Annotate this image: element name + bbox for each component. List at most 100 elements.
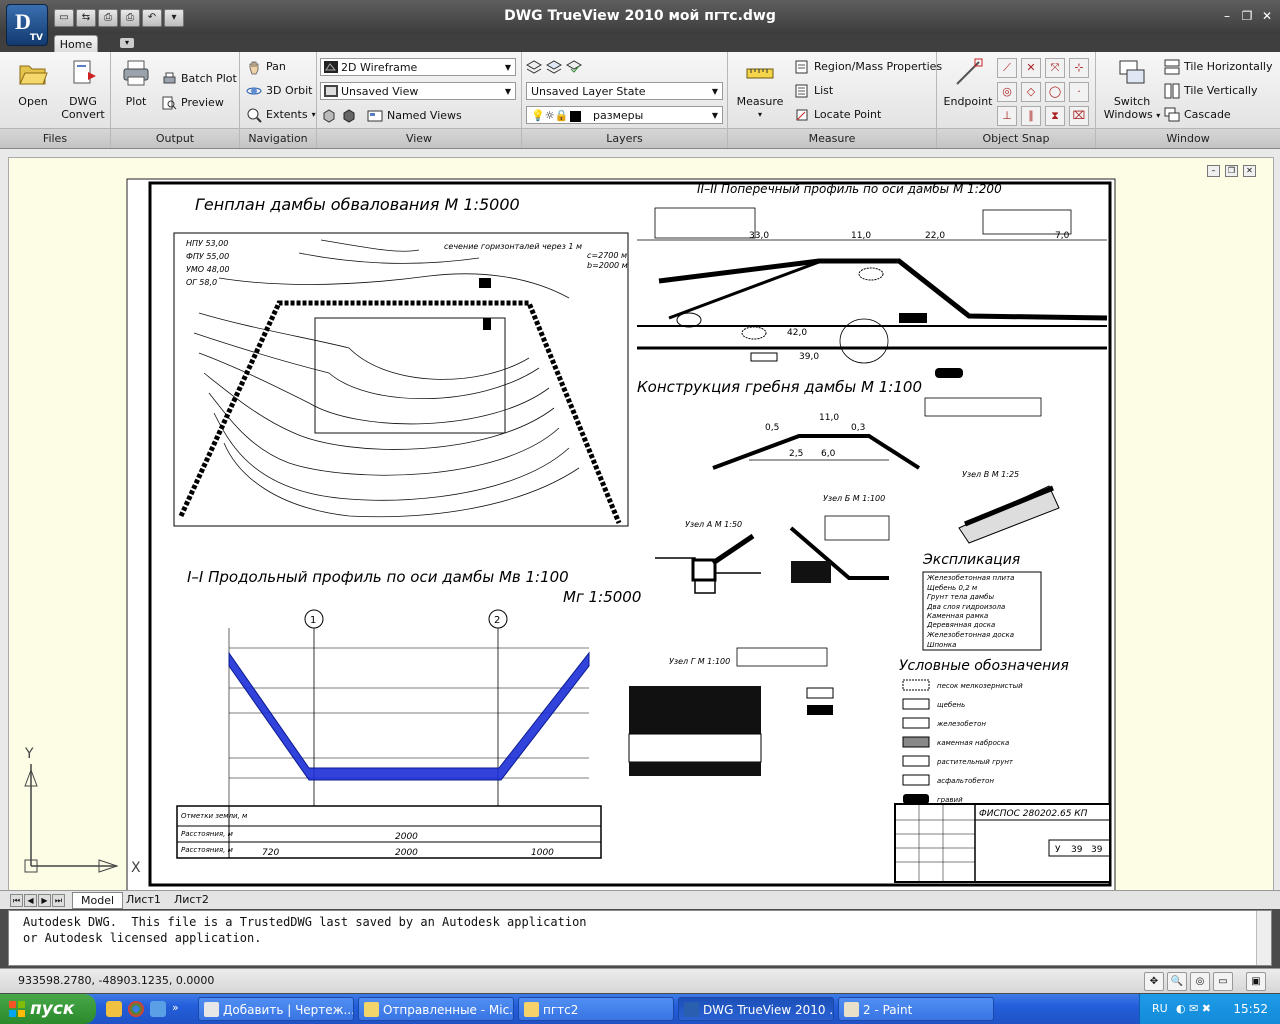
command-scrollbar[interactable] <box>1256 911 1271 965</box>
drawing-viewport[interactable]: Генплан дамбы обвалования М 1:5000 НПУ 5… <box>8 157 1274 899</box>
cube-view-icon[interactable] <box>321 108 337 124</box>
next-layout-icon[interactable]: ▶ <box>38 894 51 907</box>
snap-parallel-icon[interactable]: ∥ <box>1021 106 1041 126</box>
layer-properties-icon[interactable] <box>526 59 542 75</box>
batch-plot-button[interactable]: Batch Plot <box>161 70 237 88</box>
profile-marker-1-label: 1 <box>310 615 316 626</box>
endpoint-button[interactable]: Endpoint <box>943 58 993 108</box>
chrome-icon[interactable] <box>128 1001 144 1017</box>
prev-layout-icon[interactable]: ◀ <box>24 894 37 907</box>
task-paint[interactable]: 2 - Paint <box>838 997 994 1021</box>
dim-39: 39,0 <box>799 352 819 362</box>
snap-quadrant-icon[interactable]: ◇ <box>1021 82 1041 102</box>
pan-status-icon[interactable]: ✥ <box>1144 972 1164 991</box>
cube-shaded-icon[interactable] <box>341 108 357 124</box>
snap-intersection-icon[interactable]: ✕ <box>1021 58 1041 78</box>
clean-screen-icon[interactable]: ▣ <box>1246 972 1266 991</box>
dim-box <box>750 352 778 362</box>
list-button[interactable]: List <box>794 82 833 100</box>
printer-icon <box>123 60 149 86</box>
language-indicator[interactable]: RU <box>1152 1002 1168 1015</box>
ribbon-minimize-icon[interactable]: ▾ <box>120 38 134 48</box>
layer-state-select[interactable]: Unsaved Layer State ▼ <box>526 82 723 100</box>
restore-icon[interactable]: ❐ <box>1240 9 1254 23</box>
snap-extension-icon[interactable]: ⊹ <box>1069 58 1089 78</box>
visual-style-select[interactable]: 2D Wireframe ▼ <box>320 58 516 76</box>
preview-button[interactable]: Preview <box>161 94 224 112</box>
tab-home[interactable]: Home <box>54 35 98 53</box>
switch-label-2: Windows <box>1103 108 1153 121</box>
tab-sheet-2[interactable]: Лист2 <box>166 892 217 907</box>
tab-sheet-1[interactable]: Лист1 <box>118 892 169 907</box>
dwg-convert-label-2: Convert <box>61 108 105 121</box>
task-outlook[interactable]: Отправленные - Mic... <box>358 997 514 1021</box>
app-badge: TV <box>29 33 43 43</box>
snap-perpendicular-icon[interactable]: ⊥ <box>997 106 1017 126</box>
extents-dropdown-icon[interactable]: ▾ <box>312 106 316 124</box>
task-folder[interactable]: пгтс2 <box>518 997 674 1021</box>
extents-button[interactable]: Extents ▾ <box>246 106 316 124</box>
switch-dropdown-icon[interactable]: ▾ <box>1156 111 1160 120</box>
windows-logo-icon <box>9 1001 25 1017</box>
snap-clear-icon[interactable]: ⌧ <box>1069 106 1089 126</box>
open-button[interactable]: Open <box>10 58 56 108</box>
minimize-icon[interactable]: – <box>1220 9 1234 23</box>
drawing-minimize-icon[interactable]: – <box>1207 165 1220 177</box>
layer-state-icon[interactable] <box>546 59 562 75</box>
ie-icon[interactable] <box>150 1001 166 1017</box>
snap-tangent-icon[interactable]: ◯ <box>1045 82 1065 102</box>
messenger-icon[interactable] <box>106 1001 122 1017</box>
dwg-convert-button[interactable]: DWG Convert <box>60 58 106 121</box>
locate-point-button[interactable]: Locate Point <box>794 106 881 124</box>
command-line[interactable]: Autodesk DWG. This file is a TrustedDWG … <box>8 910 1272 966</box>
task-dwg-trueview[interactable]: DWG TrueView 2010 ... <box>678 997 834 1021</box>
quick-launch-more-icon[interactable]: » <box>172 1001 179 1017</box>
tab-model[interactable]: Model <box>72 892 124 909</box>
first-layout-icon[interactable]: ⏮ <box>10 894 23 907</box>
cascade-button[interactable]: Cascade <box>1164 106 1231 124</box>
application-menu-button[interactable]: D TV <box>6 4 48 46</box>
steering-wheel-icon[interactable]: ◎ <box>1190 972 1210 991</box>
switch-windows-button[interactable]: Switch Windows ▾ <box>1102 58 1162 122</box>
measure-dropdown-icon[interactable]: ▾ <box>734 108 786 121</box>
tile-horizontally-button[interactable]: Tile Horizontally <box>1164 58 1273 76</box>
showmotion-icon[interactable]: ▭ <box>1213 972 1233 991</box>
drawing-restore-icon[interactable]: ❐ <box>1225 165 1238 177</box>
folder-task-icon <box>524 1002 539 1017</box>
tile-vertically-button[interactable]: Tile Vertically <box>1164 82 1258 100</box>
close-icon[interactable]: ✕ <box>1260 9 1274 23</box>
dim-11: 11,0 <box>851 231 871 241</box>
clock[interactable]: 15:52 <box>1233 1002 1268 1016</box>
measure-button[interactable]: Measure ▾ <box>734 58 786 121</box>
zoom-status-icon[interactable]: 🔍 <box>1167 972 1187 991</box>
profile-distance-3: 2000 <box>395 848 418 858</box>
snap-midpoint-icon[interactable]: ⟋ <box>997 58 1017 78</box>
level-fpu: ФПУ 55,00 <box>186 252 229 261</box>
layer-isolate-icon[interactable] <box>566 59 582 75</box>
legend-swatch-4 <box>902 736 930 748</box>
layer-select[interactable]: 💡☼🔒 размеры ▼ <box>526 106 723 124</box>
start-button[interactable]: пуск <box>0 994 96 1024</box>
node-a-box <box>691 558 717 582</box>
orbit-button[interactable]: 3D Orbit <box>246 82 313 100</box>
snap-node-icon[interactable]: · <box>1069 82 1089 102</box>
visual-style-value: 2D Wireframe <box>341 61 418 74</box>
task-label-0: Добавить | Чертеж... <box>223 1003 354 1017</box>
tray-icons[interactable]: ◐ ✉ ✖ <box>1176 1002 1211 1015</box>
saved-view-select[interactable]: Unsaved View ▼ <box>320 82 516 100</box>
level-npu: НПУ 53,00 <box>186 239 228 248</box>
last-layout-icon[interactable]: ⏭ <box>52 894 65 907</box>
legend-swatch-5 <box>902 755 930 767</box>
region-mass-button[interactable]: Region/Mass Properties <box>794 58 942 76</box>
task-chrome[interactable]: Добавить | Чертеж... <box>198 997 354 1021</box>
plot-button[interactable]: Plot <box>117 58 155 108</box>
named-views-button[interactable]: Named Views <box>367 107 462 125</box>
pan-button[interactable]: Pan <box>246 58 286 76</box>
drawing-close-icon[interactable]: ✕ <box>1243 165 1256 177</box>
snap-center-icon[interactable]: ◎ <box>997 82 1017 102</box>
preview-label: Preview <box>181 96 224 109</box>
snap-apparent-icon[interactable]: ⤧ <box>1045 58 1065 78</box>
system-tray: RU ◐ ✉ ✖ 15:52 <box>1139 994 1280 1024</box>
mail-task-icon <box>364 1002 379 1017</box>
snap-nearest-icon[interactable]: ⧗ <box>1045 106 1065 126</box>
